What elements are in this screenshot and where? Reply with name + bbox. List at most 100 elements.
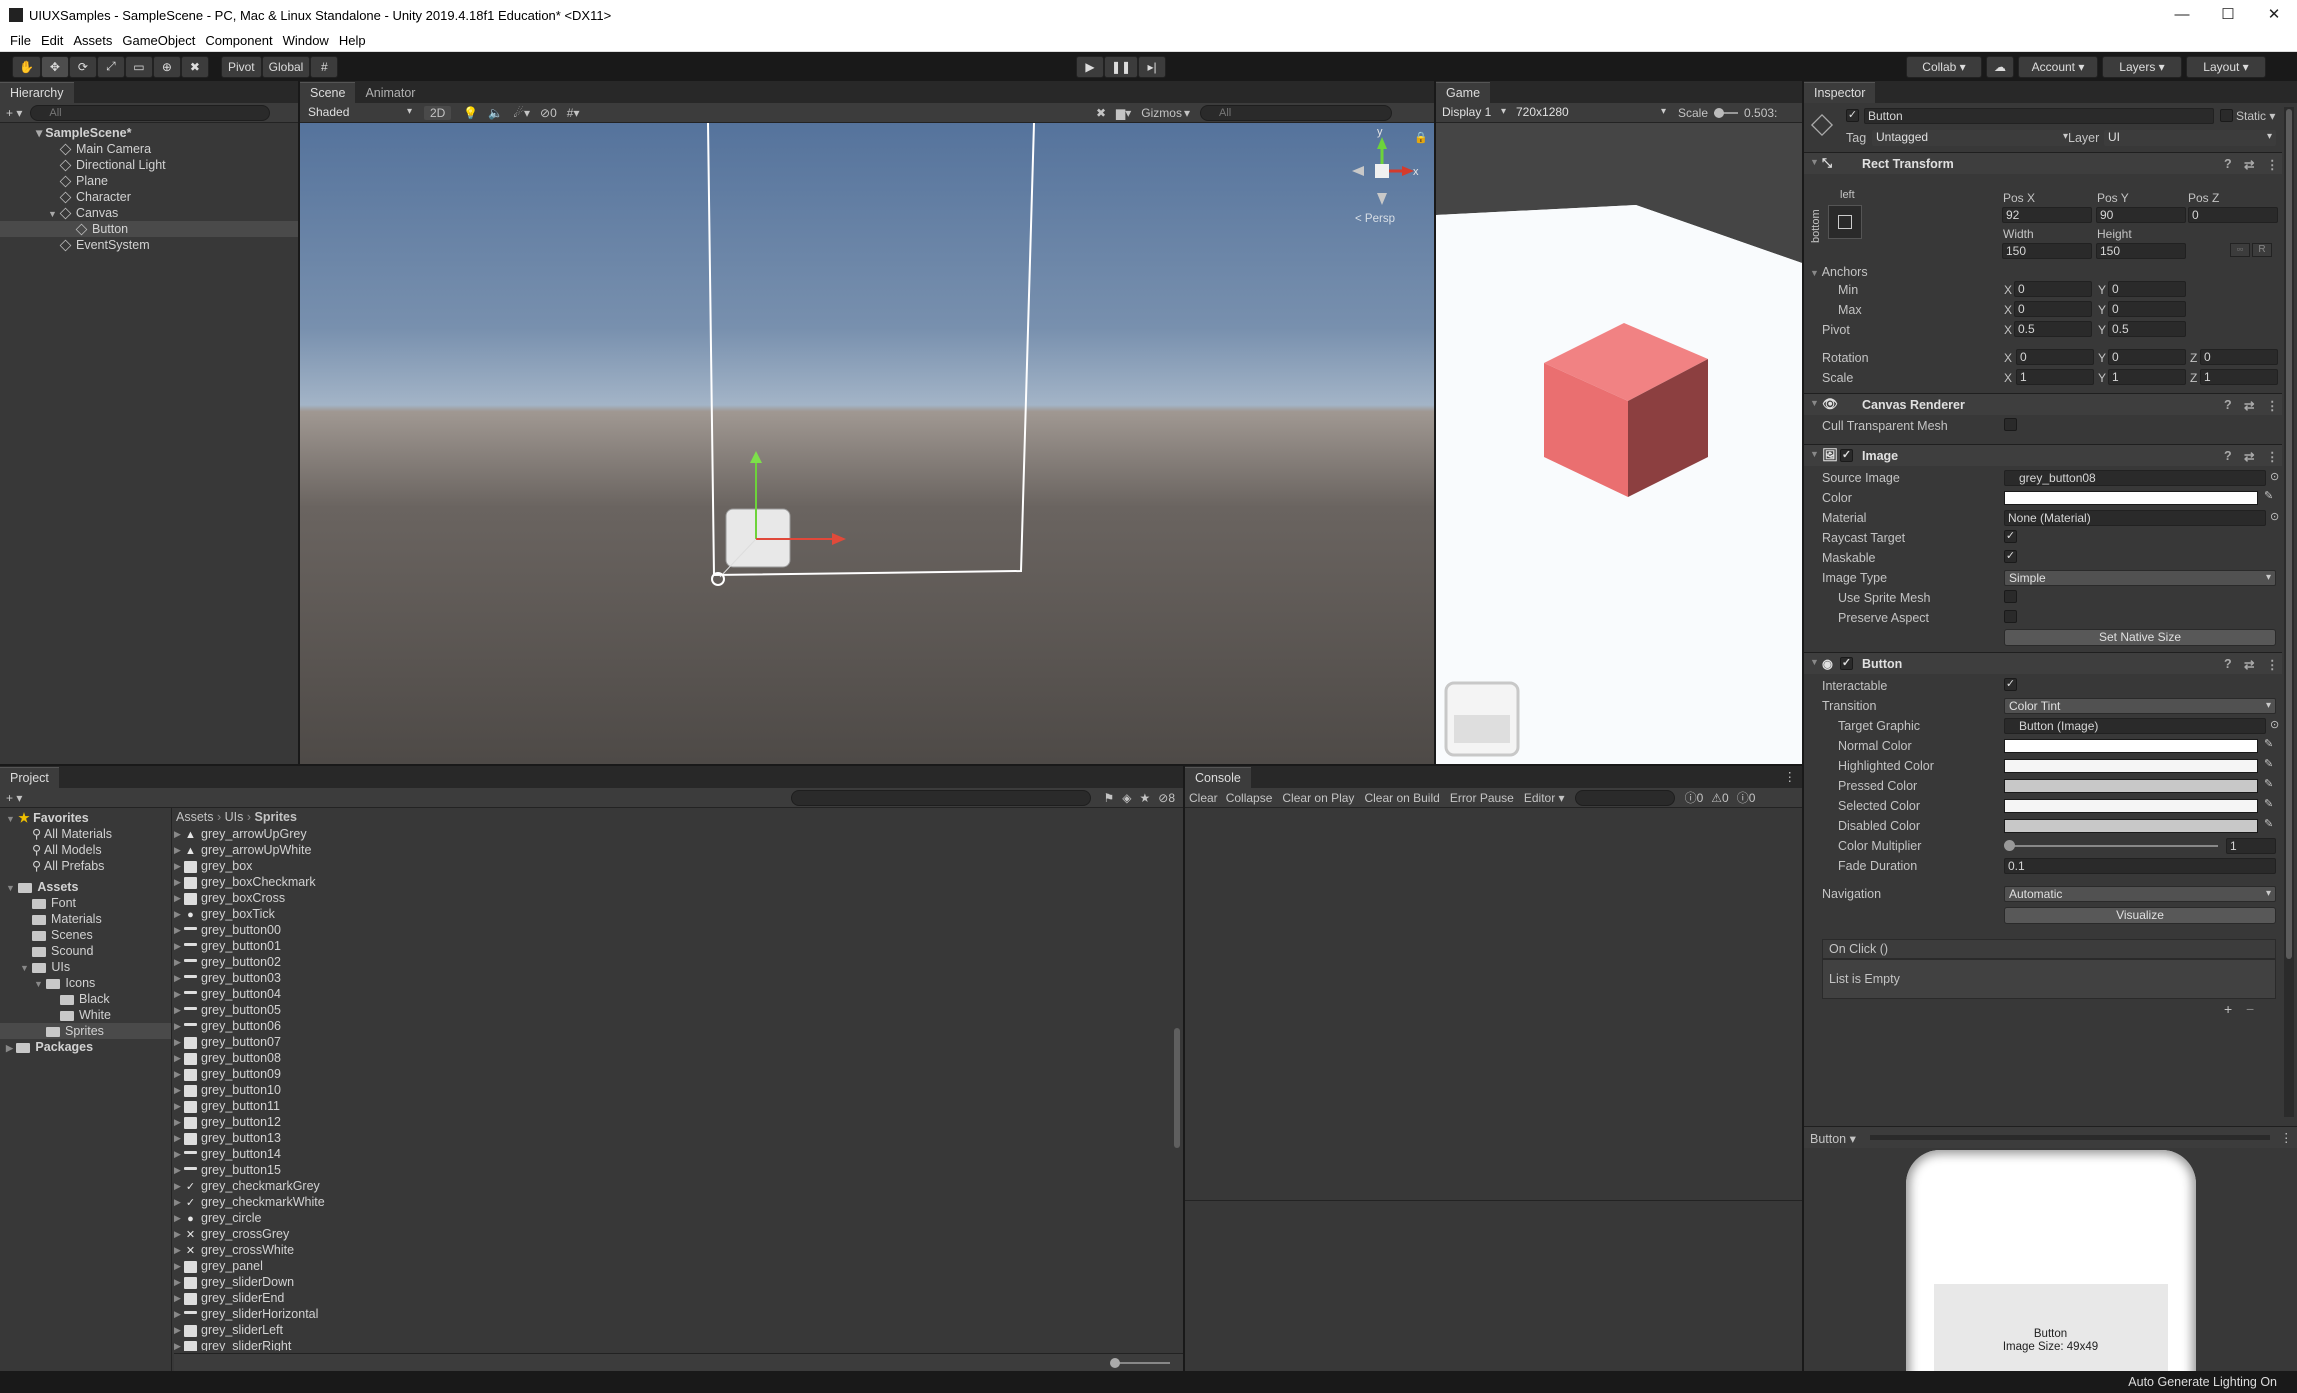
source-image-field[interactable]: grey_button08 — [2004, 470, 2266, 486]
gizmos-dropdown[interactable]: Gizmos — [1141, 106, 1182, 120]
pause-button[interactable]: ❚❚ — [1104, 55, 1139, 78]
asset-row[interactable]: ▶ grey_box — [174, 858, 1183, 874]
object-name-field[interactable]: Button — [1864, 108, 2214, 124]
cull-checkbox[interactable] — [2004, 418, 2017, 431]
presets-icon[interactable]: ⇄ — [2244, 449, 2254, 464]
resolution-dropdown[interactable]: 720x1280 — [1512, 104, 1670, 121]
expand-arrow-icon[interactable]: ▶ — [174, 954, 181, 970]
asset-row[interactable]: ▶ ● grey_circle — [174, 1210, 1183, 1226]
asset-row[interactable]: ▶ grey_sliderLeft — [174, 1322, 1183, 1338]
scene-item[interactable]: ▾ SampleScene* — [0, 125, 298, 141]
warning-icon[interactable]: ⚠ — [1711, 791, 1722, 805]
tag-dropdown[interactable]: Untagged — [1872, 130, 2072, 146]
menu-file[interactable]: File — [10, 33, 31, 48]
asset-row[interactable]: ▶ grey_button05 — [174, 1002, 1183, 1018]
posy-field[interactable]: 90 — [2096, 207, 2186, 223]
clear-on-play-button[interactable]: Clear on Play — [1282, 791, 1354, 805]
transform-tool-icon[interactable]: ⊕ — [152, 55, 181, 78]
expand-arrow-icon[interactable]: ▶ — [174, 874, 181, 890]
minimize-icon[interactable]: — — [2159, 0, 2205, 30]
inspector-scrollbar[interactable] — [2284, 107, 2294, 1117]
error-pause-button[interactable]: Error Pause — [1450, 791, 1514, 805]
x-arrow-icon[interactable] — [832, 533, 846, 545]
asset-row[interactable]: ▶ grey_button09 — [174, 1066, 1183, 1082]
anchor-max-y-field[interactable]: 0 — [2108, 301, 2186, 317]
preview-dropdown[interactable]: Button ▾ — [1810, 1131, 1856, 1146]
expand-arrow-icon[interactable]: ▶ — [174, 1082, 181, 1098]
eyedropper-icon[interactable]: ✎ — [2264, 737, 2273, 750]
add-icon[interactable]: + ▾ — [6, 106, 22, 120]
create-asset-icon[interactable]: + ▾ — [6, 791, 22, 805]
scene-orientation-gizmo[interactable]: y x — [1352, 126, 1419, 205]
favorite-all-models[interactable]: ⚲ All Models — [0, 842, 171, 858]
width-field[interactable]: 150 — [2002, 243, 2092, 259]
menu-edit[interactable]: Edit — [41, 33, 63, 48]
maximize-icon[interactable]: ☐ — [2205, 0, 2251, 30]
scene-search-input[interactable]: All — [1200, 104, 1392, 121]
asset-row[interactable]: ▶ grey_button15 — [174, 1162, 1183, 1178]
favorite-all-prefabs[interactable]: ⚲ All Prefabs — [0, 858, 171, 874]
clear-button[interactable]: Clear — [1189, 791, 1218, 805]
asset-row[interactable]: ▶ grey_button13 — [174, 1130, 1183, 1146]
scale-z-field[interactable]: 1 — [2200, 369, 2278, 385]
asset-row[interactable]: ▶ ✓ grey_checkmarkGrey — [174, 1178, 1183, 1194]
asset-row[interactable]: ▶ ▲ grey_arrowUpWhite — [174, 842, 1183, 858]
project-search-input[interactable] — [791, 789, 1092, 806]
grid-snap-icon[interactable]: # — [310, 55, 339, 78]
rotation-x-field[interactable]: 0 — [2016, 349, 2094, 365]
custom-tool-icon[interactable]: ✖ — [180, 55, 209, 78]
eyedropper-icon[interactable]: ✎ — [2264, 489, 2273, 502]
search-by-type-icon[interactable]: ⚑ — [1103, 791, 1114, 805]
help-icon[interactable]: ? — [2224, 398, 2232, 412]
scale-y-field[interactable]: 1 — [2108, 369, 2186, 385]
expand-arrow-icon[interactable]: ▶ — [174, 1162, 181, 1178]
asset-row[interactable]: ▶ grey_button11 — [174, 1098, 1183, 1114]
asset-row[interactable]: ▶ grey_sliderRight — [174, 1338, 1183, 1351]
hierarchy-item-main-camera[interactable]: Main Camera — [0, 141, 298, 157]
help-icon[interactable]: ? — [2224, 657, 2232, 671]
eyedropper-icon[interactable]: ✎ — [2264, 757, 2273, 770]
search-by-label-icon[interactable]: ◈ — [1122, 791, 1131, 805]
icon-size-slider[interactable] — [1110, 1358, 1170, 1368]
expand-arrow-icon[interactable]: ▶ — [174, 1066, 181, 1082]
highlighted-color-field[interactable] — [2004, 759, 2258, 773]
asset-row[interactable]: ▶ grey_button14 — [174, 1146, 1183, 1162]
scale-x-field[interactable]: 1 — [2016, 369, 2094, 385]
asset-row[interactable]: ▶ ✕ grey_crossWhite — [174, 1242, 1183, 1258]
more-icon[interactable]: ⋮ — [2266, 657, 2279, 672]
asset-row[interactable]: ▶ grey_button03 — [174, 970, 1183, 986]
layer-dropdown[interactable]: UI — [2104, 130, 2276, 146]
move-tool-icon[interactable]: ✥ — [40, 55, 69, 78]
tab-hierarchy[interactable]: Hierarchy — [0, 82, 74, 103]
account-dropdown[interactable]: Account ▾ — [2018, 55, 2098, 78]
expand-arrow-icon[interactable]: ▶ — [174, 986, 181, 1002]
asset-row[interactable]: ▶ grey_button00 — [174, 922, 1183, 938]
color-field[interactable] — [2004, 491, 2258, 505]
cloud-icon[interactable]: ☁ — [1986, 55, 2014, 78]
tab-scene[interactable]: Scene — [300, 82, 356, 103]
asset-row[interactable]: ▶ grey_boxCross — [174, 890, 1183, 906]
tab-animator[interactable]: Animator — [355, 82, 426, 103]
asset-row[interactable]: ▶ grey_sliderHorizontal — [174, 1306, 1183, 1322]
expand-arrow-icon[interactable]: ▶ — [174, 1322, 181, 1338]
interactable-checkbox[interactable]: ✓ — [2004, 678, 2017, 691]
selected-color-field[interactable] — [2004, 799, 2258, 813]
asset-row[interactable]: ▶ grey_button12 — [174, 1114, 1183, 1130]
presets-icon[interactable]: ⇄ — [2244, 157, 2254, 172]
scene-viewport[interactable]: y x 🔒 < Persp — [300, 123, 1434, 764]
expand-arrow-icon[interactable]: ▶ — [174, 1002, 181, 1018]
folder-black[interactable]: Black — [0, 991, 171, 1007]
disabled-color-field[interactable] — [2004, 819, 2258, 833]
object-picker-icon[interactable]: ⊙ — [2270, 470, 2279, 483]
asset-row[interactable]: ▶ grey_button04 — [174, 986, 1183, 1002]
eyedropper-icon[interactable]: ✎ — [2264, 777, 2273, 790]
navigation-dropdown[interactable]: Automatic — [2004, 886, 2276, 902]
height-field[interactable]: 150 — [2096, 243, 2186, 259]
button-enabled-checkbox[interactable]: ✓ — [1840, 657, 1853, 670]
folder-icons[interactable]: ▼ Icons — [0, 975, 171, 991]
expand-arrow-icon[interactable]: ▶ — [174, 826, 181, 842]
rect-transform-header[interactable]: ▼ ⤡ Rect Transform ? ⇄ ⋮ — [1804, 152, 2282, 174]
favorites-header[interactable]: ▼ ★ Favorites — [0, 810, 171, 826]
asset-row[interactable]: ▶ ● grey_boxTick — [174, 906, 1183, 922]
layout-dropdown[interactable]: Layout ▾ — [2186, 55, 2266, 78]
